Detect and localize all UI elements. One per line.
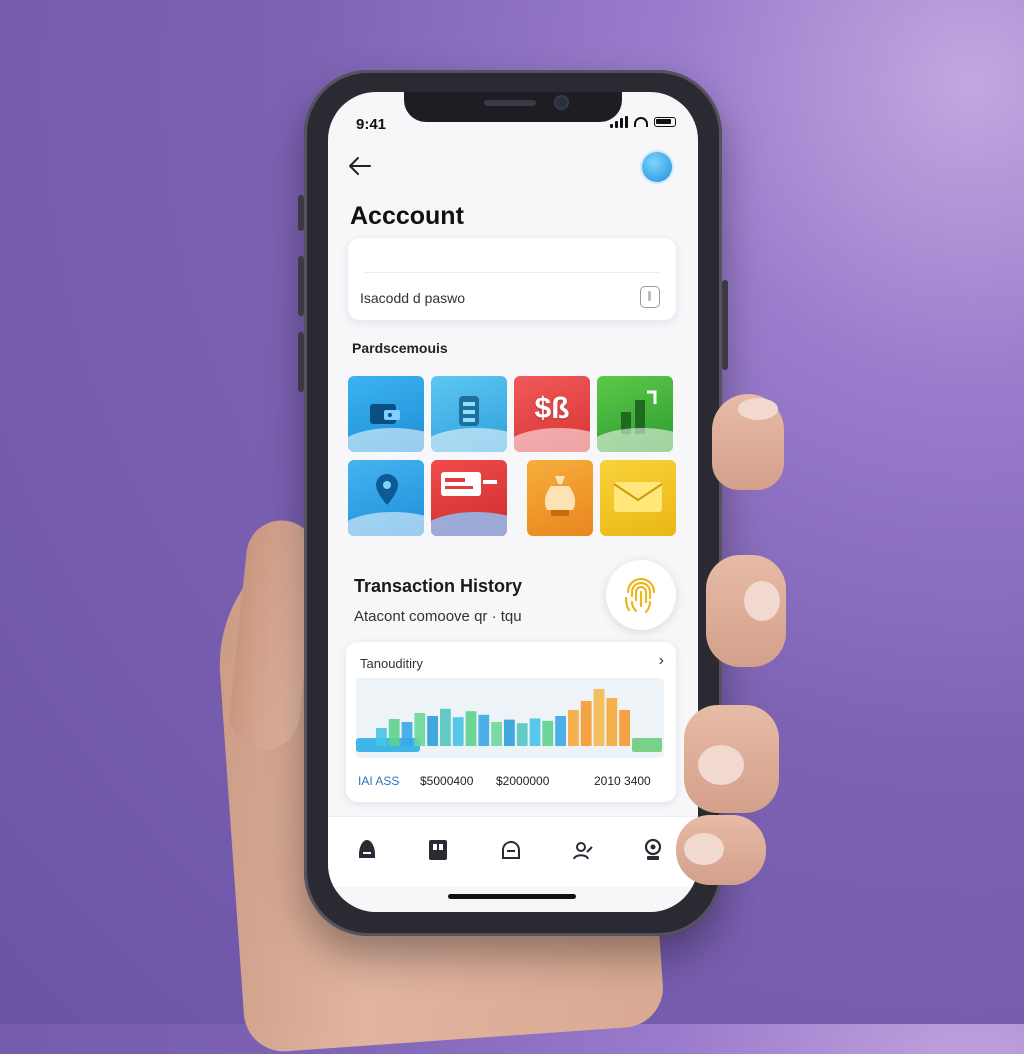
transaction-chart <box>356 678 664 758</box>
chart-label-1: IAI ASS <box>358 774 400 788</box>
chart-bar <box>516 723 528 746</box>
arrow-left-icon <box>349 157 371 175</box>
pinky-finger <box>676 815 766 885</box>
chart-bar <box>568 710 579 746</box>
credit-card-icon <box>441 472 497 496</box>
chart-bar <box>376 728 387 746</box>
password-card[interactable]: Isacodd d paswo <box>348 238 676 320</box>
power-button <box>722 280 728 370</box>
chart-bar <box>491 722 502 746</box>
index-finger <box>712 394 784 490</box>
transaction-history-title: Transaction History <box>354 576 523 596</box>
location-icon <box>376 474 398 505</box>
status-time: 9:41 <box>356 116 387 133</box>
tab-home[interactable] <box>352 835 382 865</box>
volume-up-button <box>298 256 304 316</box>
chart-bar <box>555 716 566 746</box>
middle-finger <box>706 555 786 667</box>
card-tile[interactable] <box>431 460 507 536</box>
chart-title: Tanouditiry <box>360 656 423 671</box>
chart-label-2: $5000400 <box>420 774 474 788</box>
back-button[interactable] <box>344 152 376 184</box>
chart-tile[interactable] <box>597 376 673 452</box>
front-camera <box>556 97 567 108</box>
signal-icon <box>610 116 628 128</box>
chart-bar <box>427 716 438 746</box>
chip-tile[interactable] <box>431 376 507 452</box>
chart-bar <box>619 710 630 746</box>
divider <box>364 272 660 273</box>
chart-bar <box>452 717 464 746</box>
volume-down-button <box>298 332 304 392</box>
chart-label-4: 2010 3400 <box>594 774 651 788</box>
wifi-icon <box>634 117 648 127</box>
chart-bar <box>414 713 426 746</box>
chart-label-3: $2000000 <box>496 774 550 788</box>
envelope-icon <box>613 482 663 512</box>
status-icons <box>610 116 676 128</box>
profile-edit-icon <box>573 842 593 860</box>
bag-tile[interactable] <box>527 460 593 536</box>
home-icon <box>359 840 375 858</box>
notch <box>404 92 622 122</box>
wallet-tile[interactable] <box>348 376 424 452</box>
lock-icon <box>502 841 520 859</box>
dollar-tile[interactable]: $ß <box>514 376 590 452</box>
transaction-history-subtitle: Atacont comoove qr · tqu <box>354 608 522 625</box>
home-indicator <box>448 894 576 899</box>
chart-bar <box>478 714 490 746</box>
mute-switch <box>298 195 304 231</box>
user-icon <box>644 838 662 860</box>
chart-bar <box>504 719 515 746</box>
chart-bar <box>465 711 477 746</box>
avatar[interactable] <box>642 152 672 182</box>
money-bag-icon <box>544 476 576 516</box>
chevron-right-icon[interactable]: › <box>659 652 664 670</box>
dollar-icon: $ß <box>534 392 570 425</box>
page-title: Acccount <box>350 202 464 230</box>
tab-wallet[interactable] <box>423 835 453 865</box>
lock-icon[interactable] <box>640 286 660 308</box>
password-field[interactable]: Isacodd d paswo <box>360 290 465 306</box>
fingerprint-button[interactable] <box>606 560 676 630</box>
chart-bar <box>529 718 541 746</box>
chart-bar <box>401 722 413 746</box>
tab-lock[interactable] <box>496 835 526 865</box>
speaker <box>484 100 536 106</box>
tab-bar <box>328 816 698 887</box>
pin-tile[interactable] <box>348 460 424 536</box>
wallet-icon <box>429 840 447 860</box>
chart-bar <box>542 720 554 746</box>
chart-bar <box>606 698 618 746</box>
chart-bar <box>580 701 592 746</box>
transaction-chart-card[interactable]: Tanouditiry › IAI ASS $5000400 $2000000 … <box>346 642 676 802</box>
chart-bar <box>593 689 605 746</box>
chart-bar <box>440 708 451 746</box>
ring-finger <box>684 705 779 813</box>
envelope-tile[interactable] <box>600 460 676 536</box>
chart-bar <box>388 719 400 746</box>
tab-user[interactable] <box>638 835 668 865</box>
fingerprint-icon <box>624 577 656 614</box>
chart-baseline-right <box>632 738 662 752</box>
phone-screen: 9:41 Acccount Isacodd d paswo Pardscemou… <box>328 92 698 912</box>
battery-icon <box>654 117 676 127</box>
tab-edit-profile[interactable] <box>568 835 598 865</box>
section-label: Pardscemouis <box>352 340 448 356</box>
